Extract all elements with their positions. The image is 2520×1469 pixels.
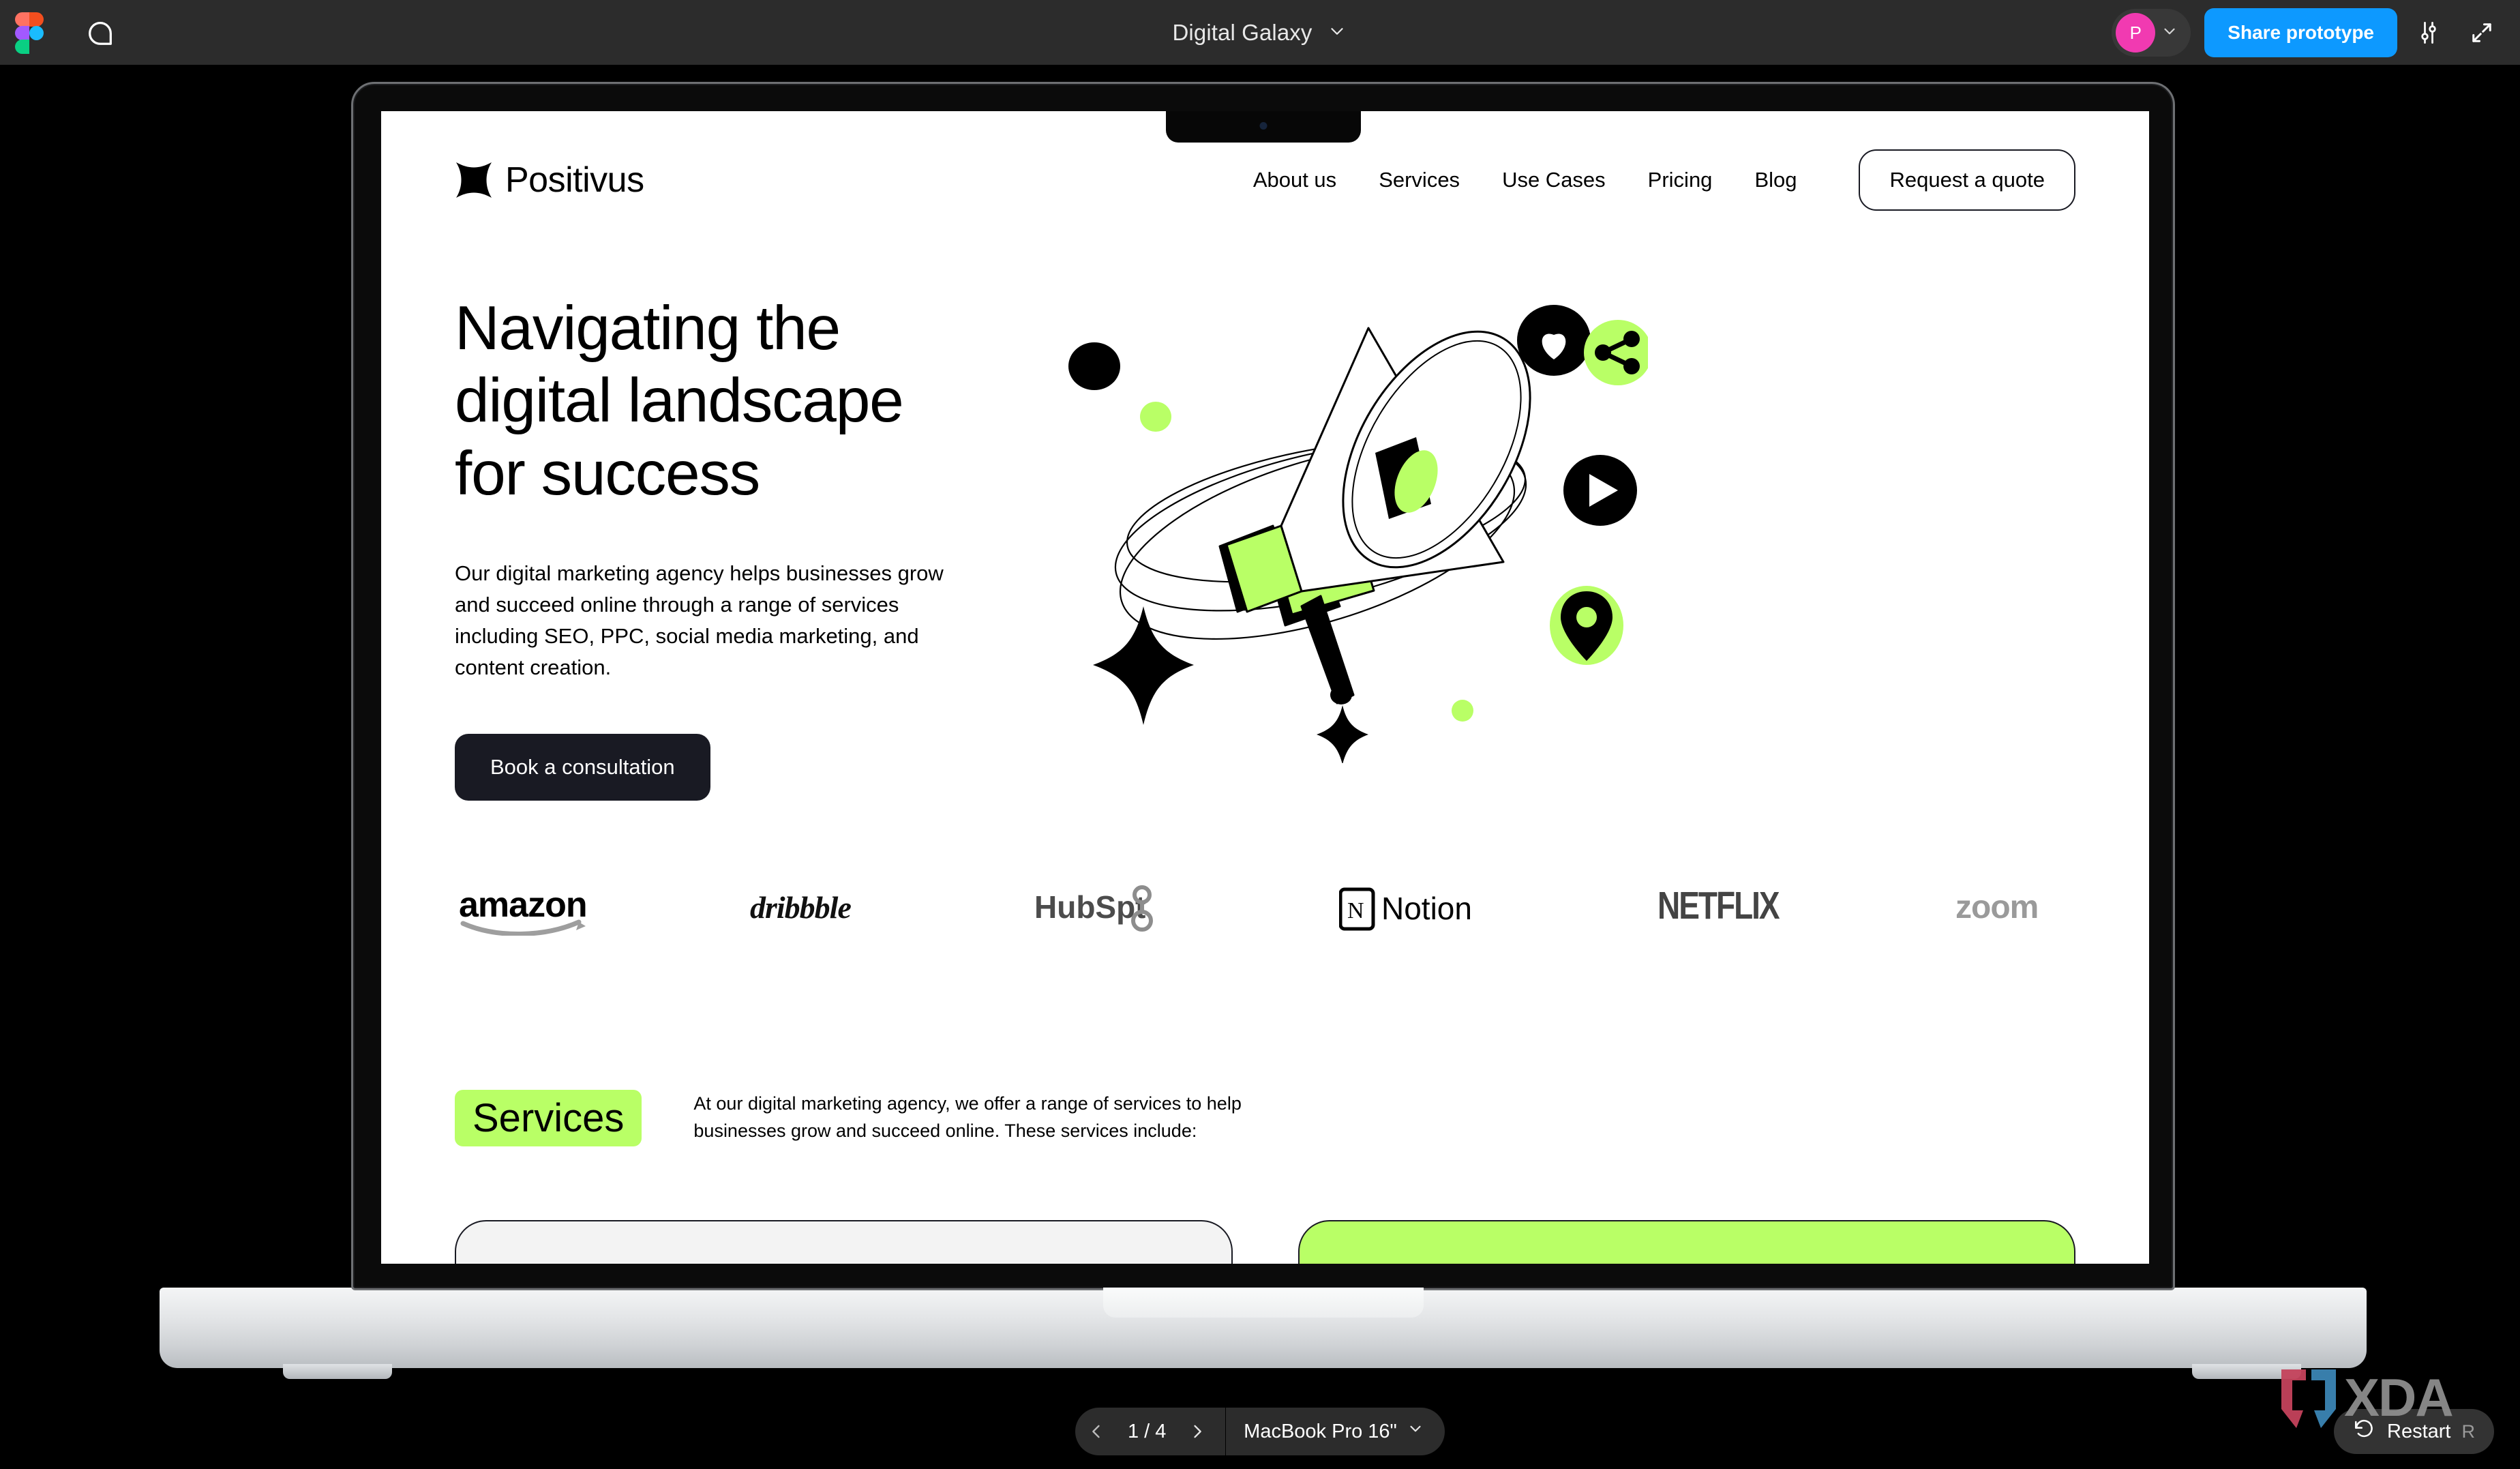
prototype-stage: Positivus About us Services Use Cases Pr… <box>0 65 2520 1469</box>
nav-link-blog[interactable]: Blog <box>1754 168 1797 192</box>
figma-topbar: Digital Galaxy P Share prototype <box>0 0 2520 65</box>
svg-text:XDA: XDA <box>2344 1367 2452 1427</box>
svg-text:zoom: zoom <box>1955 889 2038 925</box>
request-a-quote-button[interactable]: Request a quote <box>1859 149 2075 211</box>
chevron-right-icon[interactable] <box>1176 1408 1218 1455</box>
decor-green-dot-2 <box>1452 700 1473 722</box>
macbook-foot-left <box>283 1364 392 1379</box>
macbook-mockup: Positivus About us Services Use Cases Pr… <box>160 82 2367 1379</box>
services-description: At our digital marketing agency, we offe… <box>693 1093 1242 1142</box>
xda-watermark: XDA <box>2276 1365 2487 1439</box>
avatar-group[interactable]: P <box>2112 9 2191 57</box>
figma-logo-icon[interactable] <box>15 12 44 54</box>
decor-black-circle <box>1068 342 1120 390</box>
website-viewport: Positivus About us Services Use Cases Pr… <box>381 111 2149 1264</box>
comment-bubble-icon[interactable] <box>85 17 116 48</box>
svg-text:HubSp: HubSp <box>1034 889 1135 925</box>
share-prototype-button[interactable]: Share prototype <box>2204 8 2397 57</box>
logo-notion: N Notion <box>1339 885 1496 933</box>
location-pin-icon <box>1550 586 1623 665</box>
logo-dribbble: dribbble <box>750 885 873 933</box>
chevron-down-icon[interactable] <box>1327 21 1347 45</box>
logo-zoom: zoom <box>1955 885 2071 933</box>
nav-link-use-cases[interactable]: Use Cases <box>1502 168 1606 192</box>
prototype-bottombar: 1 / 4 MacBook Pro 16" Restart R <box>0 1394 2520 1469</box>
prototype-nav-pill: 1 / 4 MacBook Pro 16" <box>1075 1408 1445 1455</box>
brand-name: Positivus <box>505 160 644 200</box>
logo-netflix: NETFLIX <box>1657 885 1794 933</box>
decor-green-dot-1 <box>1140 402 1171 432</box>
topbar-left-group <box>0 12 116 54</box>
macbook-base-notch <box>1102 1288 1424 1318</box>
topbar-right-group: P Share prototype <box>2112 0 2504 65</box>
sliders-icon[interactable] <box>2407 11 2450 55</box>
chevron-down-icon[interactable] <box>2161 23 2178 44</box>
logo-amazon: amazon <box>459 882 588 936</box>
camera-dot-icon <box>1259 122 1267 130</box>
play-icon <box>1563 455 1637 526</box>
svg-text:NETFLIX: NETFLIX <box>1657 885 1780 927</box>
heart-icon <box>1517 305 1591 376</box>
megaphone-orbit-illustration <box>1048 286 2075 763</box>
nav-link-about-us[interactable]: About us <box>1253 168 1336 192</box>
svg-text:Notion: Notion <box>1381 891 1472 926</box>
decor-star-large <box>1093 606 1194 725</box>
hero-title-line-3: for success <box>455 439 760 508</box>
svg-text:amazon: amazon <box>459 885 587 925</box>
book-a-consultation-button[interactable]: Book a consultation <box>455 733 710 801</box>
svg-text:dribbble: dribbble <box>750 890 851 925</box>
share-icon <box>1584 320 1648 385</box>
chevron-down-icon[interactable] <box>1407 1420 1424 1443</box>
brand-logo[interactable]: Positivus <box>455 160 644 201</box>
services-section-header: Services At our digital marketing agency… <box>455 1089 2075 1146</box>
hero-title: Navigating the digital landscape for suc… <box>455 293 1021 510</box>
hero-description: Our digital marketing agency helps busin… <box>455 561 944 680</box>
site-nav-links: About us Services Use Cases Pricing Blog… <box>1232 149 2075 211</box>
svg-text:N: N <box>1347 898 1364 923</box>
hero-title-line-2: digital landscape <box>455 366 904 436</box>
expand-arrows-icon[interactable] <box>2460 11 2504 55</box>
nav-link-pricing[interactable]: Pricing <box>1648 168 1713 192</box>
macbook-notch-camera <box>1165 111 1361 143</box>
logo-hubspot: HubSp t <box>1034 885 1178 933</box>
nav-link-services[interactable]: Services <box>1379 168 1460 192</box>
service-card-green[interactable] <box>1298 1219 2075 1264</box>
chevron-left-icon[interactable] <box>1075 1408 1118 1455</box>
service-card-light[interactable] <box>455 1219 1233 1264</box>
avatar[interactable]: P <box>2116 13 2156 53</box>
page-indicator: 1 / 4 <box>1127 1420 1167 1442</box>
services-pill-label: Services <box>455 1089 642 1146</box>
device-selector[interactable]: MacBook Pro 16" <box>1226 1420 1445 1443</box>
client-logos-row: amazon dribbble HubSp N Notion NETFLIX z… <box>455 872 2075 947</box>
macbook-lid: Positivus About us Services Use Cases Pr… <box>351 82 2175 1290</box>
document-title[interactable]: Digital Galaxy <box>1173 20 1312 46</box>
device-label: MacBook Pro 16" <box>1244 1420 1397 1442</box>
service-cards-row <box>455 1219 2075 1264</box>
hero-title-line-1: Navigating the <box>455 294 841 363</box>
hero-section: Navigating the digital landscape for suc… <box>455 293 2075 801</box>
decor-star-small <box>1317 705 1368 763</box>
hero-copy: Navigating the digital landscape for suc… <box>455 293 1021 801</box>
positivus-star-icon <box>455 161 493 199</box>
macbook-screen: Positivus About us Services Use Cases Pr… <box>381 111 2149 1264</box>
